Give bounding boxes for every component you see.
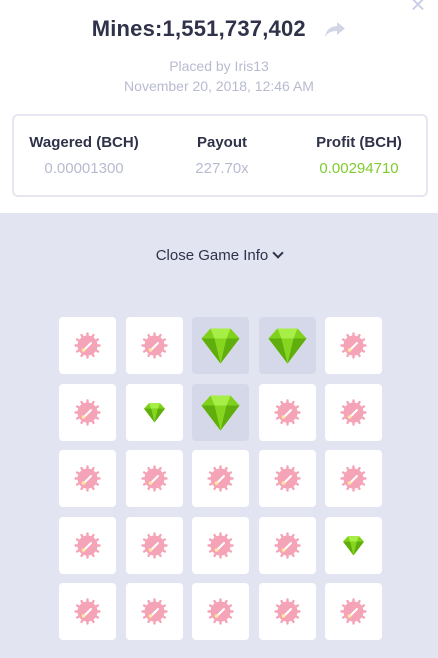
tile-r2-c3[interactable] xyxy=(192,383,249,441)
bet-date: November 20, 2018, 12:46 AM xyxy=(124,78,314,94)
share-icon[interactable] xyxy=(324,20,346,38)
mine-icon xyxy=(273,598,301,625)
wagered-label: Wagered (BCH) xyxy=(29,134,139,151)
tile-r4-c1[interactable] xyxy=(59,516,116,574)
wagered-stat: Wagered (BCH) 0.00001300 xyxy=(26,134,142,177)
mine-icon xyxy=(273,531,301,559)
mine-icon xyxy=(207,531,234,559)
tile-r5-c1[interactable] xyxy=(59,583,116,640)
tile-r1-c2[interactable] xyxy=(125,317,183,374)
tile-r4-c4[interactable] xyxy=(258,516,316,574)
tile-r1-c1[interactable] xyxy=(59,317,116,374)
close-game-info-toggle[interactable]: Close Game Info xyxy=(0,247,438,264)
gem-icon xyxy=(343,535,364,555)
chevron-down-icon xyxy=(272,247,284,259)
board-area: Close Game Info xyxy=(0,213,438,658)
tile-r3-c4[interactable] xyxy=(258,450,316,507)
profit-value: 0.00294710 xyxy=(319,160,399,177)
mine-icon xyxy=(340,332,367,359)
profit-label: Profit (BCH) xyxy=(316,134,402,151)
title-row: Mines:1,551,737,402 xyxy=(0,16,438,42)
tile-r3-c5[interactable] xyxy=(325,450,382,507)
gem-icon xyxy=(201,395,240,430)
mine-icon xyxy=(207,598,234,625)
mine-icon xyxy=(273,398,301,426)
profit-stat: Profit (BCH) 0.00294710 xyxy=(310,134,408,177)
gem-icon xyxy=(143,402,165,422)
placed-by: Placed by Iris13 xyxy=(169,58,269,74)
mine-icon xyxy=(140,531,168,559)
mine-icon xyxy=(74,332,101,359)
tile-r5-c3[interactable] xyxy=(192,583,249,640)
tile-r5-c2[interactable] xyxy=(125,583,183,640)
payout-label: Payout xyxy=(196,134,247,151)
game-info-header: × Mines:1,551,737,402 Placed by Iris13 N… xyxy=(0,0,438,213)
bet-stats-panel: Wagered (BCH) 0.00001300 Payout 227.70x … xyxy=(12,114,428,197)
tile-r3-c3[interactable] xyxy=(192,450,249,507)
payout-stat: Payout 227.70x xyxy=(172,134,272,177)
mine-icon xyxy=(340,465,367,492)
close-game-info-label: Close Game Info xyxy=(155,247,269,264)
tile-r4-c5[interactable] xyxy=(325,516,382,574)
tile-r5-c4[interactable] xyxy=(258,583,316,640)
tile-r4-c2[interactable] xyxy=(125,516,183,574)
tile-r1-c3[interactable] xyxy=(192,317,249,374)
mine-icon xyxy=(140,332,168,359)
mine-icon xyxy=(140,465,168,492)
close-icon[interactable]: × xyxy=(406,0,430,17)
tile-r3-c1[interactable] xyxy=(59,450,116,507)
mine-icon xyxy=(74,398,101,426)
wagered-value: 0.00001300 xyxy=(44,160,124,177)
mine-icon xyxy=(74,531,101,559)
tile-r2-c1[interactable] xyxy=(59,383,116,441)
tile-r1-c5[interactable] xyxy=(325,317,382,374)
payout-value: 227.70x xyxy=(195,160,249,177)
mine-icon xyxy=(207,465,234,492)
tile-r1-c4[interactable] xyxy=(258,317,316,374)
mine-icon xyxy=(140,598,168,625)
tile-r3-c2[interactable] xyxy=(125,450,183,507)
mine-icon xyxy=(74,465,101,492)
mine-icon xyxy=(273,465,301,492)
tile-r5-c5[interactable] xyxy=(325,583,382,640)
mine-icon xyxy=(340,598,367,625)
mine-icon xyxy=(340,398,367,426)
gem-icon xyxy=(268,328,306,364)
tile-r2-c2[interactable] xyxy=(125,383,183,441)
gem-icon xyxy=(201,328,240,364)
game-title: Mines:1,551,737,402 xyxy=(91,16,306,41)
tile-r2-c5[interactable] xyxy=(325,383,382,441)
tile-r2-c4[interactable] xyxy=(258,383,316,441)
tile-r4-c3[interactable] xyxy=(192,516,249,574)
mine-icon xyxy=(74,598,101,625)
